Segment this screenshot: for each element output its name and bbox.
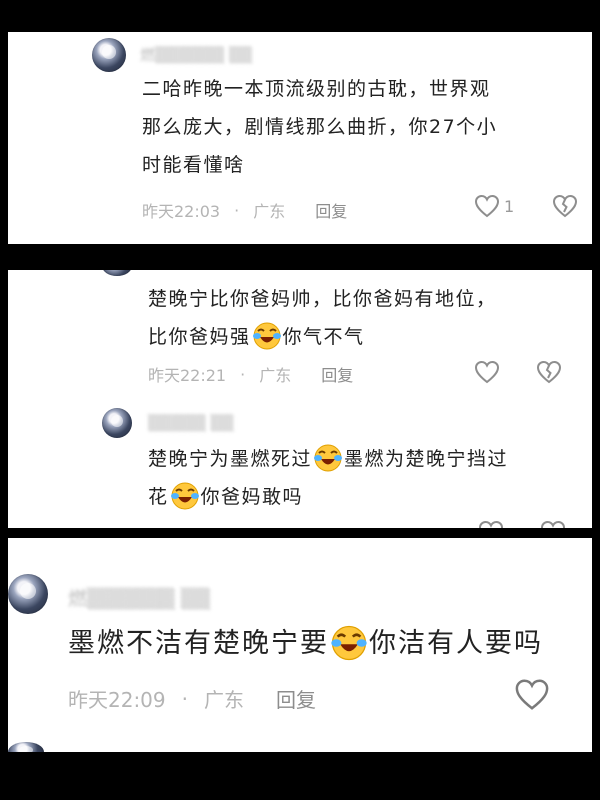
username[interactable]: ▒▒▒▒▒ ▒▒ (148, 414, 234, 432)
avatar[interactable] (92, 38, 126, 72)
timestamp: 昨天22:09 (68, 688, 166, 712)
comment-line: 时能看懂啥 (142, 154, 245, 176)
comment-panel-1: 燃▒▒▒▒▒▒ ▒▒ 二哈昨晚一本顶流级别的古耽，世界观 那么庞大，剧情线那么曲… (8, 32, 592, 244)
reply-button[interactable]: 回复 (315, 198, 347, 222)
heart-icon (515, 679, 549, 710)
comment-text: 二哈昨晚一本顶流级别的古耽，世界观 那么庞大，剧情线那么曲折，你27个小 时能看… (142, 70, 497, 184)
comment-line: 二哈昨晚一本顶流级别的古耽，世界观 (142, 78, 491, 100)
comment-line: 楚晚宁为墨燃死过 墨燃为楚晚宁挡过 (148, 440, 508, 478)
timestamp: 昨天22:03 (142, 202, 221, 221)
comment-text: 楚晚宁为墨燃死过 墨燃为楚晚宁挡过 花你爸妈敢吗 (148, 440, 508, 516)
comment-line: 花你爸妈敢吗 (148, 478, 508, 516)
comment-text: 墨燃不洁有楚晚宁要 你洁有人要吗 (68, 622, 543, 666)
comment-line: 那么庞大，剧情线那么曲折，你27个小 (142, 116, 498, 138)
like-count: 1 (504, 196, 515, 216)
like-button[interactable] (474, 360, 500, 384)
dislike-button[interactable] (536, 360, 562, 384)
comment-line: 比你爸妈强 你气不气 (148, 318, 497, 356)
broken-heart-icon (536, 360, 562, 384)
like-button[interactable] (478, 520, 504, 528)
avatar[interactable] (102, 408, 132, 438)
timestamp: 昨天22:21 (148, 366, 227, 385)
comment-panel-3: 燃▒▒▒▒▒▒ ▒▒ 墨燃不洁有楚晚宁要 你洁有人要吗 昨天22:09 · 广东 … (8, 538, 592, 752)
broken-heart-icon (552, 194, 578, 218)
username[interactable]: 燃▒▒▒▒▒▒ ▒▒ (140, 44, 252, 65)
crying-laugh-emoji (314, 444, 343, 471)
separator-dot: · (234, 200, 240, 220)
comment-text: 楚晚宁比你爸妈帅，比你爸妈有地位， 比你爸妈强 你气不气 (148, 280, 497, 356)
avatar[interactable] (102, 270, 132, 276)
avatar[interactable] (8, 742, 44, 752)
crying-laugh-emoji (170, 482, 199, 509)
broken-heart-icon (540, 520, 566, 528)
crying-laugh-emoji (331, 625, 367, 660)
comment-meta: 昨天22:03 · 广东 回复 (142, 198, 347, 222)
comment-meta: 昨天22:09 · 广东 回复 (68, 684, 316, 713)
heart-icon (474, 360, 500, 384)
crying-laugh-emoji (252, 322, 281, 349)
location: 广东 (204, 688, 244, 712)
comment-meta: 昨天22:21 · 广东 回复 (148, 362, 353, 386)
dislike-button[interactable] (540, 520, 566, 528)
reply-button[interactable]: 回复 (276, 684, 316, 713)
avatar[interactable] (8, 574, 48, 614)
reply-button[interactable]: 回复 (321, 362, 353, 386)
dislike-button[interactable] (552, 194, 578, 218)
username[interactable]: 燃▒▒▒▒▒▒ ▒▒ (68, 584, 210, 611)
location: 广东 (259, 366, 292, 385)
separator-dot: · (181, 686, 188, 711)
comment-line: 楚晚宁比你爸妈帅，比你爸妈有地位， (148, 288, 497, 310)
comment-panel-2: 楚晚宁比你爸妈帅，比你爸妈有地位， 比你爸妈强 你气不气 昨天22:21 · 广东… (8, 270, 592, 528)
like-button[interactable]: 1 (474, 194, 514, 218)
heart-icon (478, 520, 504, 528)
like-button[interactable] (514, 678, 550, 711)
heart-icon (474, 194, 500, 218)
location: 广东 (253, 202, 286, 221)
separator-dot: · (240, 364, 246, 384)
